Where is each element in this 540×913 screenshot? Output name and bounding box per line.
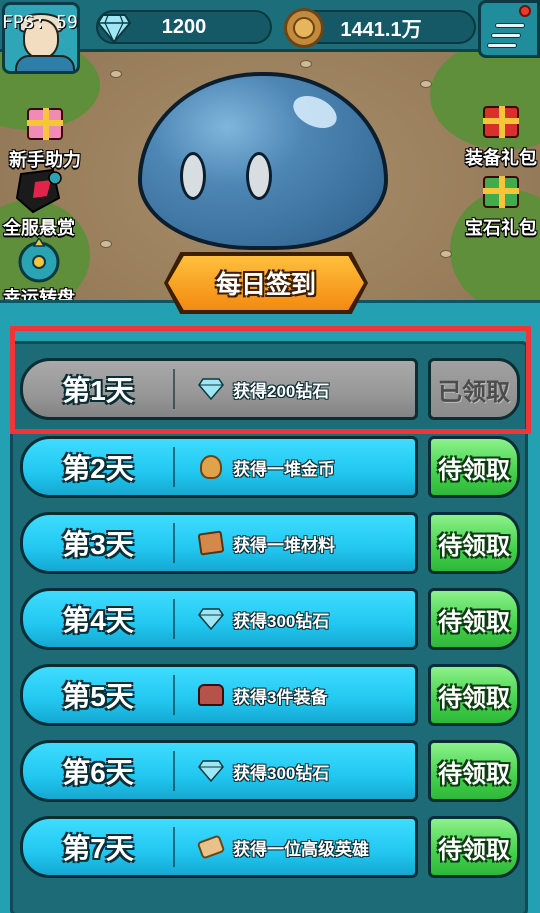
reward-text: 获得300钻石 <box>233 763 330 783</box>
gold-counter[interactable]: 1441.1万 <box>284 8 476 48</box>
day-label: 第2天 <box>62 453 134 484</box>
day-card: 第1天 获得200钻石 <box>20 358 418 420</box>
menu-button[interactable] <box>478 0 540 58</box>
diamond-counter[interactable]: 1200 <box>96 10 272 44</box>
divider <box>173 447 175 487</box>
divider <box>173 675 175 715</box>
day-card: 第4天 获得300钻石 <box>20 588 418 650</box>
day-row-4: 第4天 获得300钻石 待领取 <box>20 588 520 650</box>
claimed-button[interactable]: 已领取 <box>428 358 520 420</box>
day-label: 第6天 <box>62 757 134 788</box>
daily-signin-title-text: 每日签到 <box>215 271 316 299</box>
notification-dot <box>519 5 531 17</box>
reward-text: 获得一堆金币 <box>233 459 335 479</box>
slime-eye-left <box>180 152 206 200</box>
bounty-icon <box>13 168 65 214</box>
equipment-pack-button[interactable]: 装备礼包 <box>456 98 540 170</box>
chest-icon <box>197 681 225 709</box>
menu-line <box>487 43 517 48</box>
equipment-pack-label: 装备礼包 <box>465 148 537 168</box>
reward-text: 获得一堆材料 <box>233 535 335 555</box>
day-row-1: 第1天 获得200钻石 已领取 <box>20 358 520 420</box>
gem-pack-button[interactable]: 宝石礼包 <box>456 168 540 240</box>
reward-text: 获得300钻石 <box>233 611 330 631</box>
day-label: 第7天 <box>62 833 134 864</box>
day-row-6: 第6天 获得300钻石 待领取 <box>20 740 520 802</box>
gold-count: 1441.1万 <box>340 18 422 41</box>
box-icon <box>197 529 225 557</box>
slime-monster[interactable] <box>138 72 388 250</box>
day-label: 第1天 <box>62 375 134 406</box>
pebble <box>440 250 452 258</box>
slime-eye-right <box>246 152 272 200</box>
day-label: 第4天 <box>62 605 134 636</box>
divider <box>173 827 175 867</box>
server-bounty-label: 全服悬赏 <box>3 218 75 238</box>
menu-line <box>491 33 521 38</box>
divider <box>173 523 175 563</box>
day-card: 第5天 获得3件装备 <box>20 664 418 726</box>
diamond-icon <box>197 375 225 403</box>
divider <box>173 369 175 409</box>
coin-icon <box>284 8 324 48</box>
gift-icon <box>475 98 527 144</box>
diamond-icon <box>197 757 225 785</box>
claim-button[interactable]: 待领取 <box>428 436 520 498</box>
server-bounty-button[interactable]: 全服悬赏 <box>0 168 84 240</box>
wheel-icon <box>13 236 65 284</box>
claim-button[interactable]: 待领取 <box>428 740 520 802</box>
daily-signin-title: 每日签到 <box>168 256 364 310</box>
day-card: 第3天 获得一堆材料 <box>20 512 418 574</box>
claim-button[interactable]: 待领取 <box>428 816 520 878</box>
gift-icon <box>475 168 527 214</box>
pebble <box>110 70 122 78</box>
day-row-7: 第7天 获得一位高级英雄 待领取 <box>20 816 520 878</box>
day-label: 第5天 <box>62 681 134 712</box>
claim-button[interactable]: 待领取 <box>428 512 520 574</box>
divider <box>173 599 175 639</box>
coins-icon <box>197 453 225 481</box>
reward-text: 获得3件装备 <box>233 687 328 707</box>
day-card: 第2天 获得一堆金币 <box>20 436 418 498</box>
claim-button[interactable]: 待领取 <box>428 664 520 726</box>
divider <box>173 751 175 791</box>
day-card: 第6天 获得300钻石 <box>20 740 418 802</box>
fps-counter: FPS: 59 <box>2 12 78 33</box>
day-row-5: 第5天 获得3件装备 待领取 <box>20 664 520 726</box>
diamond-icon <box>94 8 134 48</box>
day-row-2: 第2天 获得一堆金币 待领取 <box>20 436 520 498</box>
pebble <box>100 240 112 248</box>
reward-text: 获得200钻石 <box>233 381 330 401</box>
day-label: 第3天 <box>62 529 134 560</box>
day-card: 第7天 获得一位高级英雄 <box>20 816 418 878</box>
pebble <box>420 80 432 88</box>
day-row-3: 第3天 获得一堆材料 待领取 <box>20 512 520 574</box>
newbie-help-button[interactable]: 新手助力 <box>0 100 90 172</box>
claim-button[interactable]: 待领取 <box>428 588 520 650</box>
avatar-body <box>15 55 75 71</box>
menu-line <box>495 23 525 28</box>
gem-pack-label: 宝石礼包 <box>465 218 537 238</box>
scroll-icon <box>196 833 226 861</box>
slime-shine <box>288 89 342 135</box>
pebble <box>300 60 312 68</box>
gift-icon <box>19 100 71 146</box>
reward-text: 获得一位高级英雄 <box>233 839 369 859</box>
diamond-count: 1200 <box>161 15 207 38</box>
diamond-icon <box>197 605 225 633</box>
